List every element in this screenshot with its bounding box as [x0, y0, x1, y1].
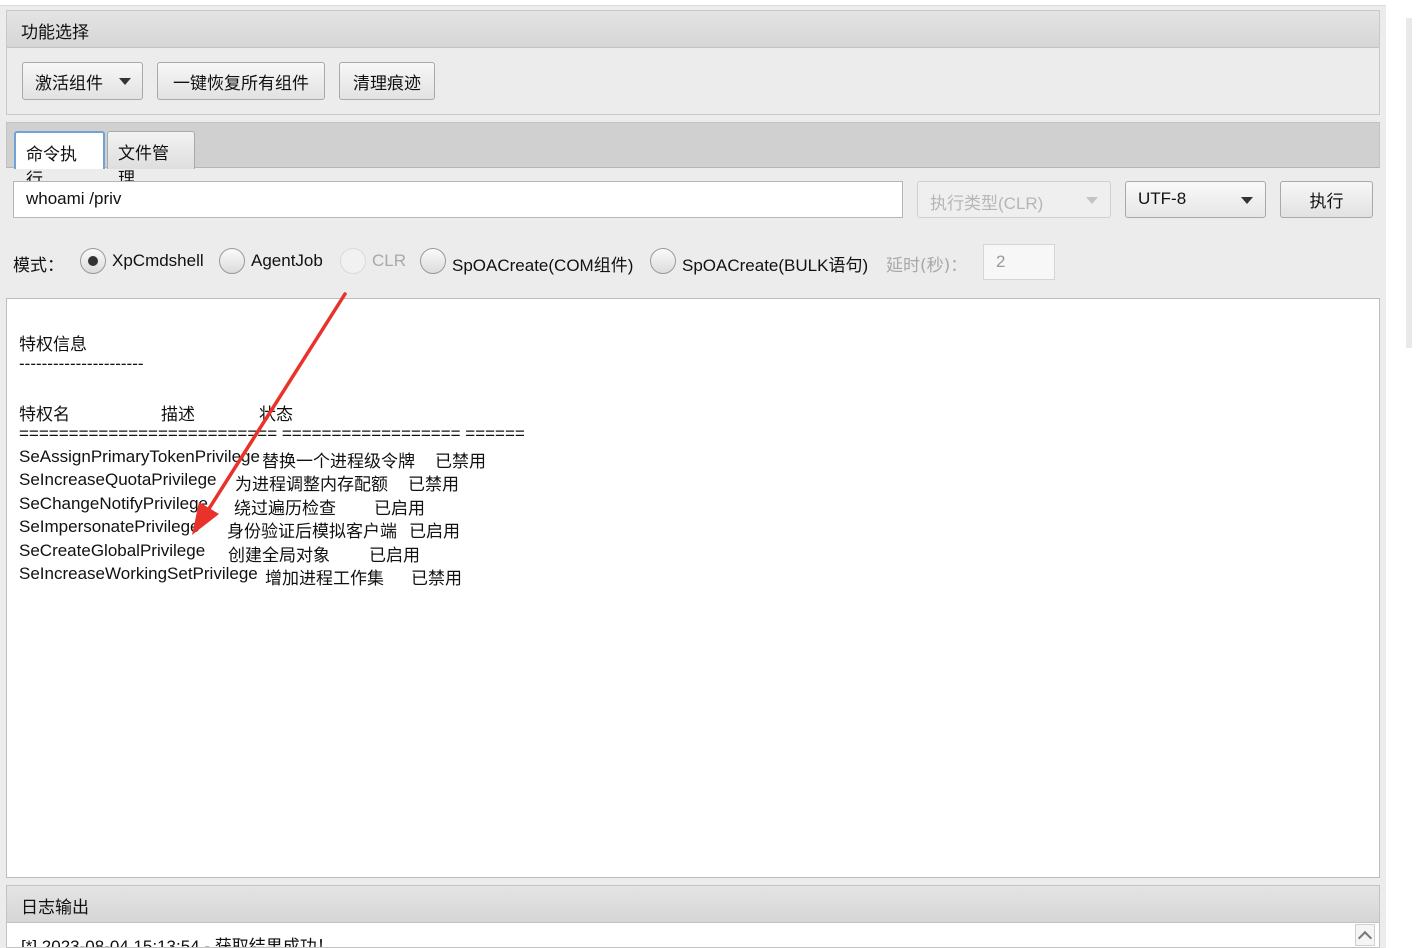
- priv-row-3-name: SeImpersonatePrivilege: [19, 517, 200, 536]
- priv-row-1-state: 已禁用: [408, 475, 459, 494]
- priv-row-5-name: SeIncreaseWorkingSetPrivilege: [19, 564, 258, 583]
- radio-xpcmdshell[interactable]: [80, 248, 106, 274]
- radio-clr[interactable]: [340, 248, 366, 274]
- log-output-title: 日志输出: [7, 886, 1379, 923]
- priv-row-0-desc: 替换一个进程级令牌: [262, 452, 415, 471]
- mode-label: 模式：: [13, 256, 64, 276]
- output-col-state: 状态: [259, 405, 293, 424]
- delay-input[interactable]: 2: [983, 244, 1055, 280]
- priv-row-5-state: 已禁用: [411, 569, 462, 588]
- tab-bar: 命令执行 文件管理: [6, 122, 1380, 190]
- tab-command-exec[interactable]: 命令执行: [14, 131, 105, 190]
- encoding-select[interactable]: UTF-8: [1125, 181, 1266, 218]
- priv-row-4-name: SeCreateGlobalPrivilege: [19, 541, 206, 560]
- priv-row-3-desc: 身份验证后模拟客户端: [227, 522, 397, 541]
- radio-agentjob-label[interactable]: AgentJob: [251, 251, 323, 271]
- delay-label: 延时(秒)：: [886, 256, 968, 276]
- log-line: [*] 2023-08-04 15:13:54 - 获取结果成功！: [21, 937, 334, 948]
- priv-row-2-name: SeChangeNotifyPrivilege: [19, 494, 208, 513]
- exec-type-value: 执行类型(CLR): [930, 194, 1044, 213]
- window-top-strip: [0, 0, 1390, 6]
- output-underline: ----------------------: [19, 354, 144, 373]
- gutter-mark: [1406, 18, 1412, 348]
- radio-xpcmdshell-label[interactable]: XpCmdshell: [112, 251, 204, 271]
- priv-row-2-state: 已启用: [374, 499, 425, 518]
- radio-agentjob[interactable]: [219, 248, 245, 274]
- priv-row-5-desc: 增加进程工作集: [265, 569, 384, 588]
- command-input[interactable]: whoami /priv: [13, 181, 903, 218]
- log-output-panel: 日志输出 [*] 2023-08-04 15:13:54 - 获取结果成功！: [6, 885, 1380, 948]
- tab-file-manage[interactable]: 文件管理: [107, 131, 195, 189]
- function-select-title: 功能选择: [7, 11, 1379, 48]
- chevron-down-icon: [1086, 197, 1098, 204]
- function-select-panel: 功能选择 激活组件 一键恢复所有组件 清理痕迹: [6, 10, 1380, 115]
- chevron-down-icon: [1241, 197, 1253, 204]
- priv-row-4-desc: 创建全局对象: [228, 546, 330, 565]
- priv-row-2-desc: 绕过遍历检查: [234, 499, 336, 518]
- right-gutter: [1386, 0, 1418, 948]
- chevron-down-icon: [119, 78, 131, 85]
- restore-all-button[interactable]: 一键恢复所有组件: [157, 62, 325, 100]
- priv-row-1-desc: 为进程调整内存配额: [235, 475, 388, 494]
- activate-component-dropdown[interactable]: 激活组件: [22, 62, 143, 100]
- radio-spoacreate-com[interactable]: [420, 248, 446, 274]
- command-output-area[interactable]: 特权信息 ---------------------- 特权名 描述 状态 ==…: [6, 298, 1380, 878]
- activate-component-label: 激活组件: [35, 73, 103, 94]
- radio-clr-label[interactable]: CLR: [372, 251, 406, 271]
- output-heading: 特权信息: [19, 335, 87, 354]
- output-col-name: 特权名: [19, 405, 70, 424]
- priv-row-4-state: 已启用: [369, 546, 420, 565]
- output-col-desc: 描述: [161, 405, 195, 424]
- radio-spoacreate-com-label[interactable]: SpOACreate(COM组件): [452, 251, 633, 276]
- priv-row-0-name: SeAssignPrimaryTokenPrivilege: [19, 447, 260, 466]
- radio-spoacreate-bulk[interactable]: [650, 248, 676, 274]
- priv-row-3-state: 已启用: [409, 522, 460, 541]
- output-separator: ========================== =============…: [19, 424, 525, 443]
- execute-button[interactable]: 执行: [1280, 181, 1373, 218]
- scroll-up-icon[interactable]: [1355, 924, 1375, 946]
- exec-type-select[interactable]: 执行类型(CLR): [917, 181, 1111, 218]
- priv-row-0-state: 已禁用: [435, 452, 486, 471]
- encoding-value: UTF-8: [1138, 189, 1187, 208]
- mode-row: 模式： XpCmdshell AgentJob CLR SpOACreate(C…: [13, 244, 1113, 280]
- radio-spoacreate-bulk-label[interactable]: SpOACreate(BULK语句): [682, 251, 868, 276]
- clean-traces-button[interactable]: 清理痕迹: [339, 62, 435, 100]
- priv-row-1-name: SeIncreaseQuotaPrivilege: [19, 470, 217, 489]
